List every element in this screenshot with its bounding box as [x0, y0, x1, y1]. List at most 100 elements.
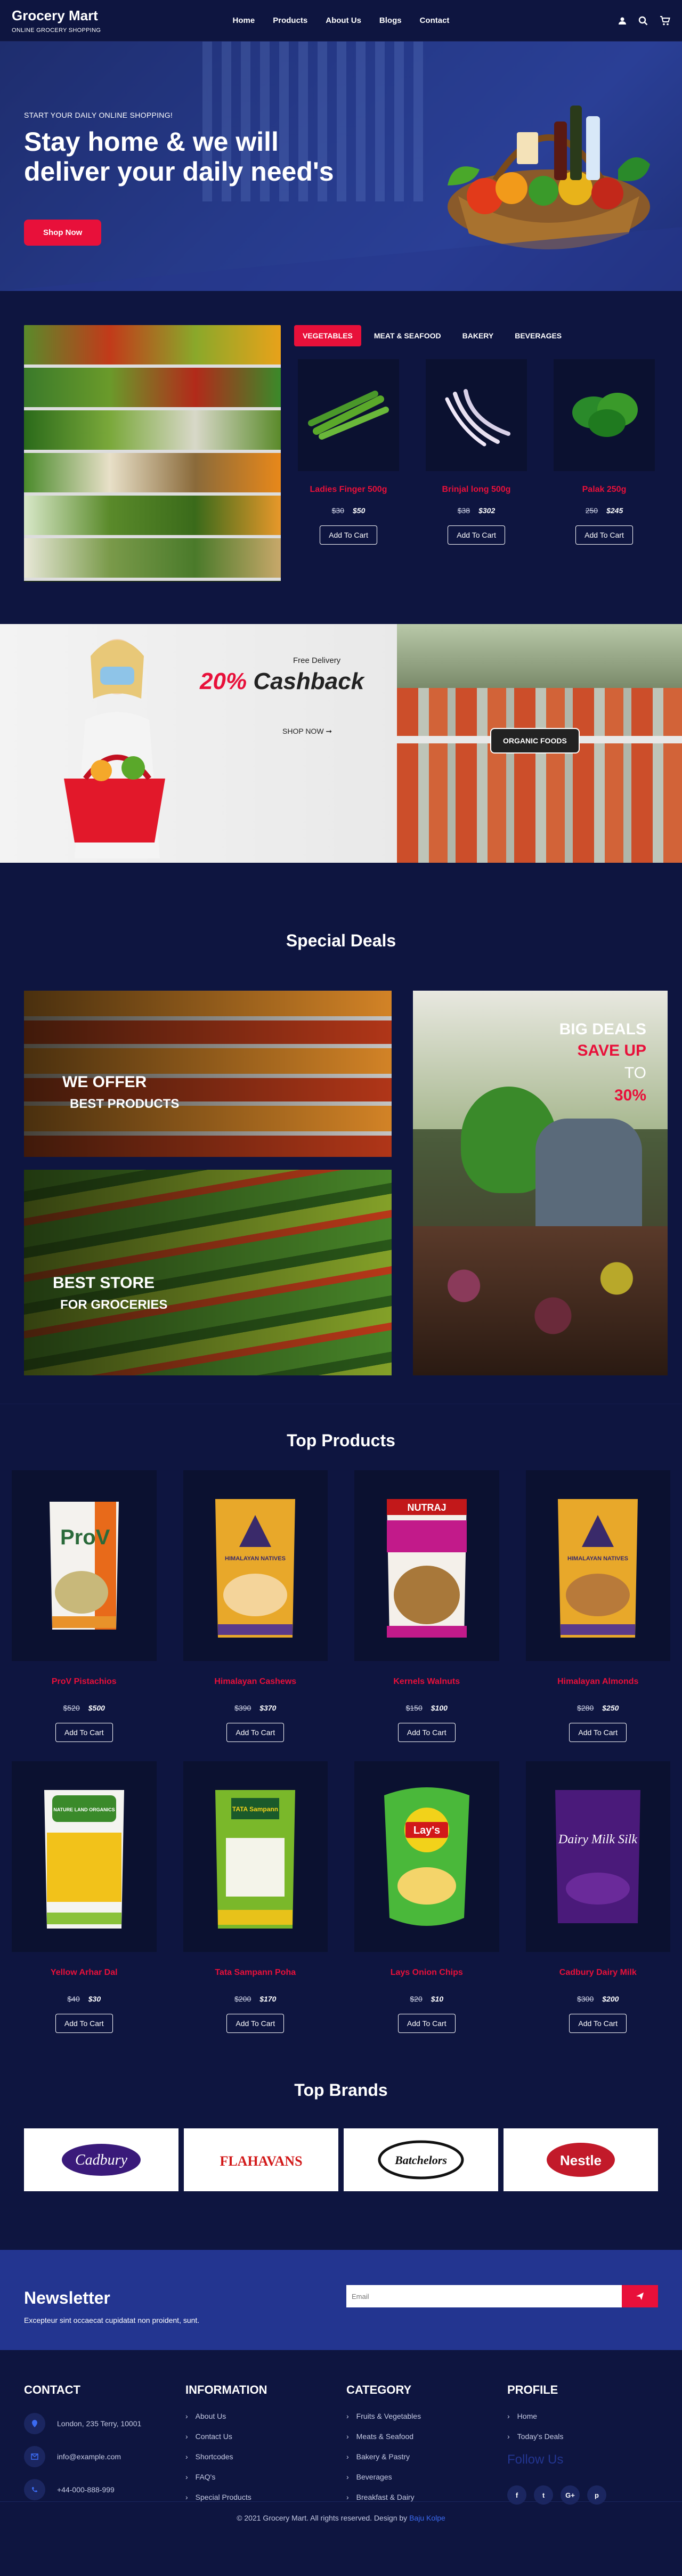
product-name[interactable]: Kernels Walnuts [354, 1677, 499, 1687]
nav-link-about[interactable]: About Us [326, 16, 361, 25]
product-name[interactable]: Ladies Finger 500g [294, 485, 403, 495]
product-name[interactable]: Tata Sampann Poha [183, 1968, 328, 1978]
walnuts-image: NUTRAJ [354, 1470, 499, 1661]
product-card: NUTRAJ Kernels Walnuts $150 $100 Add To C… [354, 1470, 499, 1742]
footer-link-label: FAQ's [195, 2473, 216, 2481]
product-name[interactable]: Yellow Arhar Dal [12, 1968, 157, 1978]
footer-link[interactable]: › Home [507, 2412, 606, 2420]
product-name[interactable]: Himalayan Cashews [183, 1677, 328, 1687]
footer-link-label: Beverages [356, 2473, 392, 2481]
tab-beverages[interactable]: BEVERAGES [506, 325, 570, 346]
organic-foods-button[interactable]: ORGANIC FOODS [490, 728, 580, 754]
pack-label: Dairy Milk Silk [558, 1833, 637, 1846]
deal-line1: WE OFFER [62, 1073, 147, 1091]
product-card: Lay's Lays Onion Chips $20 $10 Add To Car… [354, 1761, 499, 2033]
add-to-cart-button[interactable]: Add To Cart [448, 525, 505, 545]
brand-logo-flahavans[interactable]: FLAHAVANS [184, 2128, 338, 2191]
phone-text[interactable]: +44-000-888-999 [57, 2485, 115, 2494]
address-text: London, 235 Terry, 10001 [57, 2419, 142, 2428]
contact-phone: +44-000-888-999 [24, 2479, 141, 2500]
shop-now-link[interactable]: SHOP NOW ➞ [282, 727, 364, 736]
newsletter-form [346, 2285, 658, 2307]
deal-save-up[interactable]: BIG DEALS SAVE UP TO 30% [413, 991, 668, 1375]
footer-contact-title: CONTACT [24, 2383, 80, 2396]
cashback-banner[interactable]: Free Delivery 20% Cashback SHOP NOW ➞ [0, 624, 397, 863]
email-text[interactable]: info@example.com [57, 2452, 121, 2461]
add-to-cart-button[interactable]: Add To Cart [569, 1723, 627, 1742]
dairy-milk-image: Dairy Milk Silk [525, 1761, 670, 1952]
footer-information: INFORMATION › About Us › Contact Us › Short… [185, 2383, 267, 2513]
add-to-cart-button[interactable]: Add To Cart [575, 525, 633, 545]
new-price: $30 [88, 1995, 101, 2003]
chevron-right-icon: › [185, 2473, 188, 2481]
follow-us-heading: Follow Us [507, 2452, 564, 2467]
old-price: $300 [577, 1995, 594, 2003]
nav-link-home[interactable]: Home [233, 16, 255, 25]
nav-link-contact[interactable]: Contact [420, 16, 450, 25]
subscribe-button[interactable] [622, 2285, 658, 2307]
tab-bakery[interactable]: BAKERY [454, 325, 502, 346]
location-icon [24, 2413, 45, 2434]
add-to-cart-button[interactable]: Add To Cart [397, 2014, 456, 2033]
deal-save-up-text: BIG DEALS SAVE UP TO 30% [559, 1020, 646, 1105]
promo-section: Free Delivery 20% Cashback SHOP NOW ➞ OR… [0, 624, 682, 863]
footer-link[interactable]: › About Us [185, 2412, 267, 2420]
product-name[interactable]: Himalayan Almonds [526, 1677, 671, 1687]
nav-link-products[interactable]: Products [273, 16, 307, 25]
footer-link[interactable]: › Fruits & Vegetables [346, 2412, 421, 2420]
copyright-bar: © 2021 Grocery Mart. All rights reserved… [0, 2501, 682, 2534]
add-to-cart-button[interactable]: Add To Cart [226, 2014, 285, 2033]
nav-link-blogs[interactable]: Blogs [379, 16, 402, 25]
top-navbar: Grocery Mart ONLINE GROCERY SHOPPING Hom… [0, 0, 682, 42]
new-price: $10 [431, 1995, 444, 2003]
deal-line1: BIG DEALS [559, 1020, 646, 1038]
chevron-right-icon: › [346, 2412, 349, 2420]
deal-line2: BEST PRODUCTS [70, 1097, 180, 1111]
brand-logo-batchelors[interactable]: Batchelors [344, 2128, 498, 2191]
brinjal-image [426, 359, 527, 471]
add-to-cart-button[interactable]: Add To Cart [569, 2014, 627, 2033]
footer-category: CATEGORY › Fruits & Vegetables › Meats & S… [346, 2383, 421, 2513]
product-name[interactable]: Palak 250g [550, 485, 659, 495]
deal-line2: FOR GROCERIES [60, 1298, 168, 1312]
tab-vegetables[interactable]: VEGETABLES [294, 325, 361, 346]
add-to-cart-button[interactable]: Add To Cart [397, 1723, 456, 1742]
footer-link[interactable]: › Special Products [185, 2493, 267, 2501]
palak-image [554, 359, 655, 471]
product-card: Palak 250g 250 $245 Add To Cart [550, 359, 659, 545]
deal-best-products[interactable]: WE OFFER BEST PRODUCTS [24, 991, 392, 1157]
brand-logo-cadbury[interactable]: Cadbury [24, 2128, 178, 2191]
deal-best-store[interactable]: BEST STORE FOR GROCERIES [24, 1170, 392, 1375]
add-to-cart-button[interactable]: Add To Cart [55, 1723, 113, 1742]
footer-link[interactable]: › Meats & Seafood [346, 2432, 421, 2441]
product-name[interactable]: Brinjal long 500g [422, 485, 531, 495]
add-to-cart-button[interactable]: Add To Cart [320, 525, 377, 545]
footer-link[interactable]: › Contact Us [185, 2432, 267, 2441]
product-name[interactable]: ProV Pistachios [12, 1677, 157, 1687]
footer-link[interactable]: › Beverages [346, 2473, 421, 2481]
brand-logo-nestle[interactable]: Nestle [504, 2128, 658, 2191]
add-to-cart-button[interactable]: Add To Cart [55, 2014, 113, 2033]
pack-label: NUTRAJ [407, 1502, 446, 1513]
hero-title: Stay home & we will deliver your daily n… [24, 127, 334, 187]
footer-link[interactable]: › FAQ's [185, 2473, 267, 2481]
deal-best-store-text: BEST STORE FOR GROCERIES [53, 1274, 167, 1313]
designer-link[interactable]: Baju Kolpe [409, 2514, 445, 2522]
chevron-right-icon: › [185, 2452, 188, 2461]
footer-link[interactable]: › Bakery & Pastry [346, 2452, 421, 2461]
email-field[interactable] [346, 2285, 622, 2307]
product-card: NATURE LAND ORGANICS Yellow Arhar Dal $4… [12, 1761, 157, 2033]
product-name[interactable]: Cadbury Dairy Milk [526, 1968, 671, 1978]
tab-meat-seafood[interactable]: MEAT & SEAFOOD [366, 325, 450, 346]
organic-foods-banner[interactable]: ORGANIC FOODS [397, 624, 682, 863]
product-prices: $520 $500 [12, 1704, 157, 1712]
add-to-cart-button[interactable]: Add To Cart [226, 1723, 285, 1742]
product-prices: $38 $302 [422, 506, 531, 515]
footer-link[interactable]: › Today's Deals [507, 2432, 606, 2441]
product-name[interactable]: Lays Onion Chips [354, 1968, 499, 1978]
new-price: $170 [259, 1995, 277, 2003]
footer-link[interactable]: › Shortcodes [185, 2452, 267, 2461]
product-card: HIMALAYAN NATIVES Himalayan Almonds $280… [525, 1470, 671, 1742]
chevron-right-icon: › [346, 2452, 349, 2461]
footer-link[interactable]: › Breakfast & Dairy [346, 2493, 421, 2501]
